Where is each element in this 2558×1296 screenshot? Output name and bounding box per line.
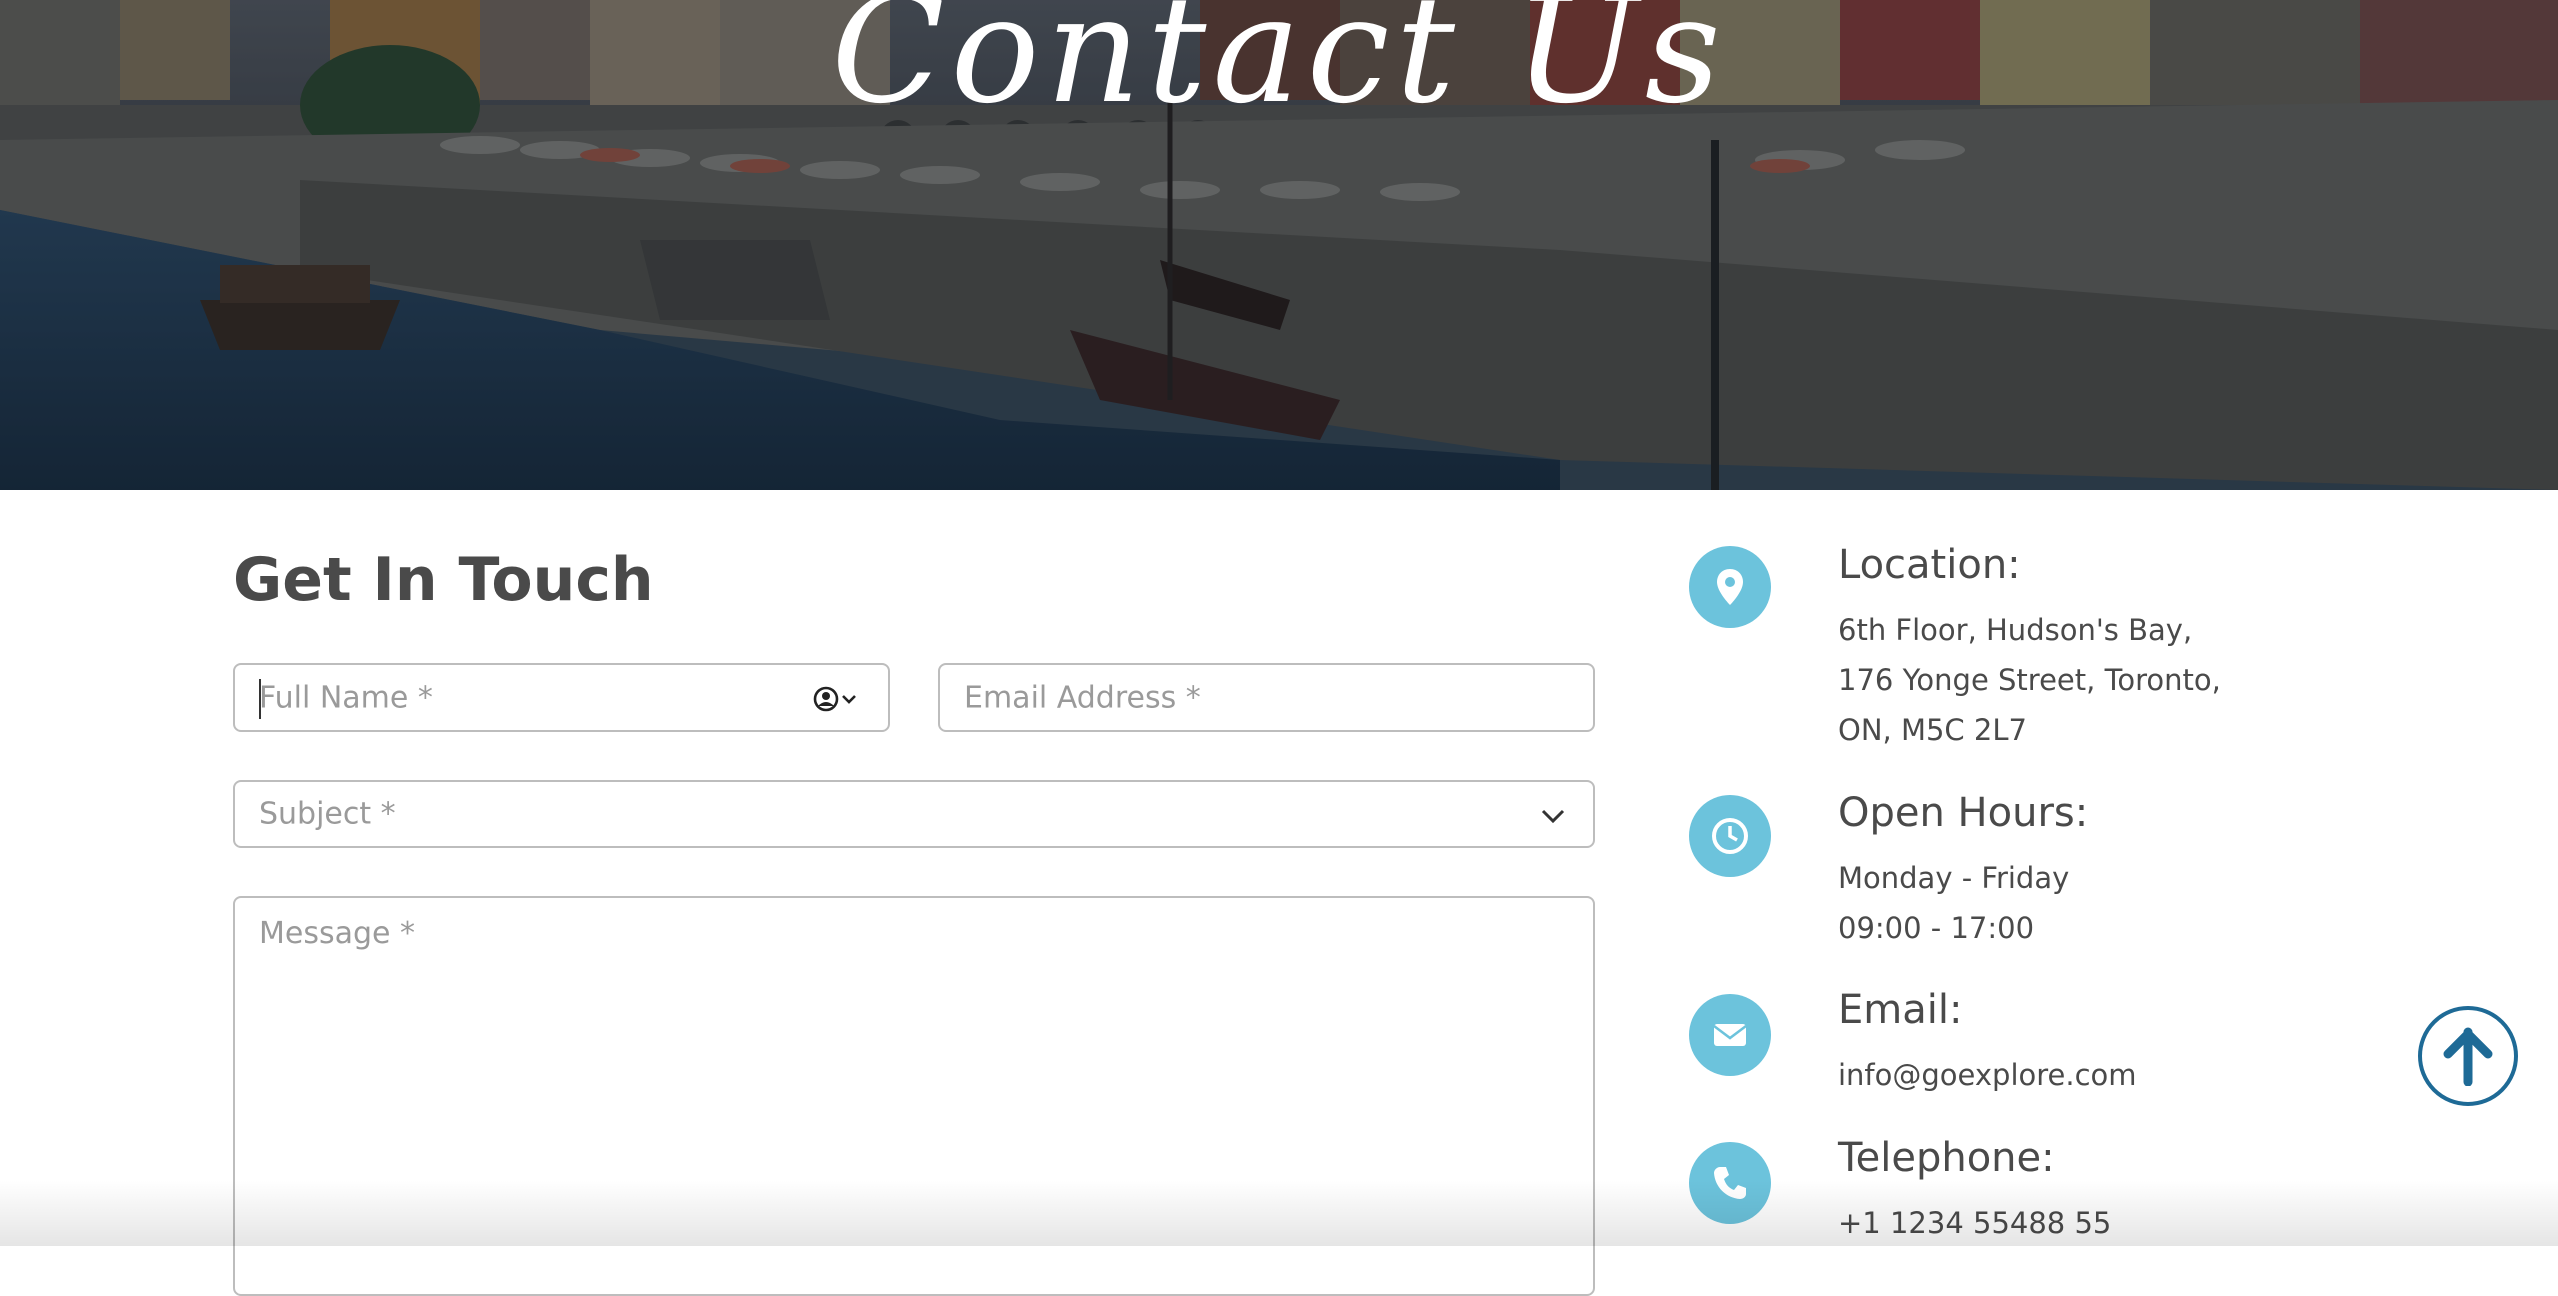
- hero-title: Contact Us: [831, 0, 1727, 136]
- message-placeholder: Message *: [259, 916, 416, 951]
- full-name-input[interactable]: Full Name *: [233, 663, 890, 732]
- map-pin-icon: [1689, 546, 1771, 628]
- clock-icon: [1689, 795, 1771, 877]
- subject-placeholder: Subject *: [259, 796, 396, 832]
- location-line-1: 6th Floor, Hudson's Bay,: [1838, 613, 2193, 647]
- hours-line-2: 09:00 - 17:00: [1838, 911, 2035, 945]
- contact-card-icon[interactable]: [812, 683, 862, 715]
- telephone-value[interactable]: +1 1234 55488 55: [1838, 1198, 2111, 1248]
- phone-icon: [1689, 1142, 1771, 1224]
- hours-label: Open Hours:: [1838, 790, 2089, 836]
- chevron-down-icon: [1541, 809, 1565, 824]
- email-label: Email:: [1838, 987, 1963, 1033]
- email-input[interactable]: Email Address *: [938, 663, 1595, 732]
- back-to-top-button[interactable]: [2418, 1006, 2518, 1106]
- location-label: Location:: [1838, 542, 2021, 588]
- telephone-label: Telephone:: [1838, 1135, 2055, 1181]
- message-textarea[interactable]: Message *: [233, 896, 1595, 1296]
- email-placeholder: Email Address *: [964, 680, 1201, 715]
- hero-banner: Contact Us: [0, 0, 2558, 490]
- arrow-up-icon: [2443, 1027, 2493, 1086]
- envelope-icon: [1689, 994, 1771, 1076]
- location-line-2: 176 Yonge Street, Toronto,: [1838, 663, 2221, 697]
- email-value[interactable]: info@goexplore.com: [1838, 1050, 2137, 1100]
- section-title: Get In Touch: [233, 545, 654, 615]
- location-line-3: ON, M5C 2L7: [1838, 713, 2027, 747]
- full-name-placeholder: Full Name *: [259, 680, 433, 715]
- hours-line-1: Monday - Friday: [1838, 861, 2070, 895]
- subject-select[interactable]: Subject *: [233, 780, 1595, 848]
